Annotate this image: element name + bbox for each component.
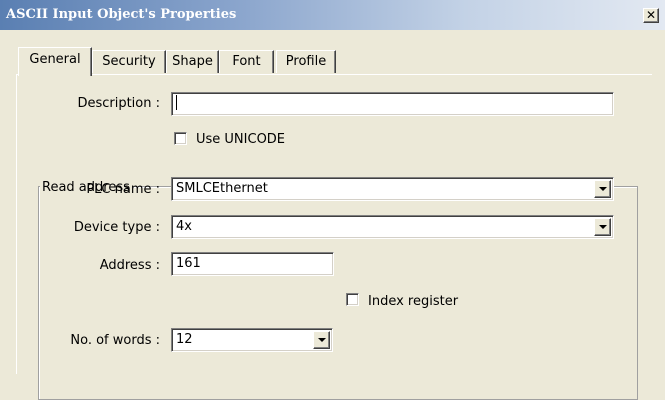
address-input[interactable]: 161 (171, 252, 334, 276)
words-label: No. of words : (70, 333, 160, 348)
address-label: Address : (99, 258, 160, 273)
index-register-checkbox[interactable] (346, 293, 359, 306)
index-register-label: Index register (368, 294, 459, 309)
words-dropdown-button[interactable] (313, 331, 330, 349)
close-icon: ✕ (645, 8, 657, 22)
tab-shape[interactable]: Shape (166, 50, 219, 73)
device-type-label: Device type : (73, 220, 160, 235)
window-title: ASCII Input Object's Properties (6, 7, 237, 22)
chevron-down-icon (599, 225, 607, 229)
tab-font[interactable]: Font (219, 50, 274, 73)
plc-name-dropdown-button[interactable] (594, 180, 611, 198)
description-input[interactable] (171, 92, 614, 116)
dialog-client-area: General Security Shape Font Profile Desc… (0, 30, 665, 400)
description-label: Description : (77, 96, 160, 111)
words-value: 12 (176, 332, 193, 347)
chevron-down-icon (318, 338, 326, 342)
words-select[interactable]: 12 (171, 328, 333, 352)
address-value: 161 (176, 256, 201, 271)
device-type-select[interactable]: 4x (171, 215, 614, 239)
tab-security[interactable]: Security (92, 50, 166, 73)
title-bar: ASCII Input Object's Properties ✕ (0, 0, 665, 30)
close-button[interactable]: ✕ (643, 8, 659, 23)
text-caret (176, 95, 177, 110)
use-unicode-label: Use UNICODE (196, 132, 286, 147)
chevron-down-icon (599, 187, 607, 191)
tab-general[interactable]: General (18, 47, 92, 76)
device-type-value: 4x (176, 219, 192, 234)
device-type-dropdown-button[interactable] (594, 218, 611, 236)
plc-name-value: SMLCEthernet (176, 181, 268, 196)
plc-name-label: PLC name : (86, 182, 160, 197)
plc-name-select[interactable]: SMLCEthernet (171, 177, 614, 201)
use-unicode-checkbox[interactable] (174, 132, 187, 145)
tab-profile[interactable]: Profile (276, 50, 336, 73)
